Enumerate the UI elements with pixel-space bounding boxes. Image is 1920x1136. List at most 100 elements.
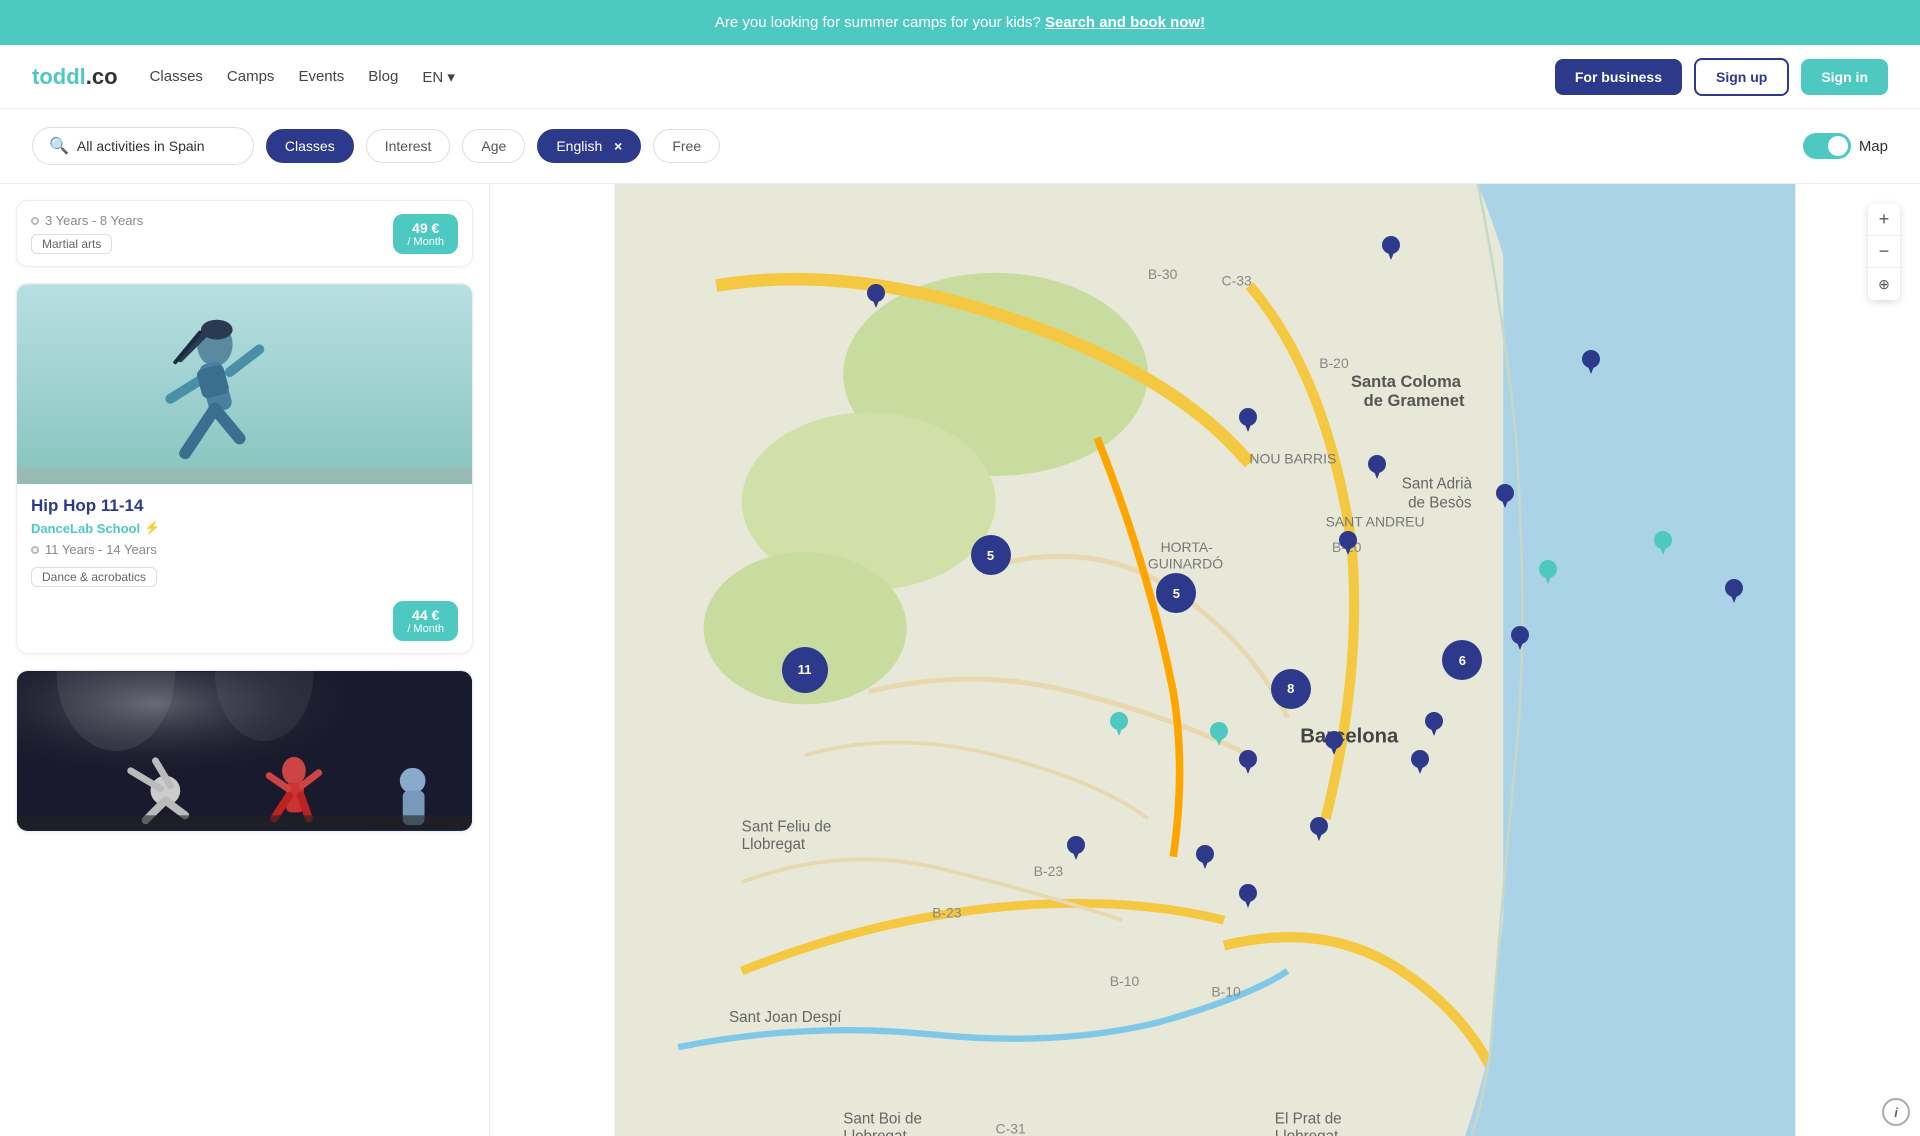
search-box[interactable]: 🔍 bbox=[32, 127, 254, 165]
list-item[interactable] bbox=[16, 670, 473, 832]
age-range-text: 11 Years - 14 Years bbox=[45, 542, 157, 557]
map-info-button[interactable]: i bbox=[1882, 1098, 1910, 1126]
map-pin[interactable] bbox=[1425, 712, 1443, 736]
map-pin[interactable] bbox=[1411, 750, 1429, 774]
price-amount: 49 € bbox=[407, 220, 444, 236]
map-pin[interactable] bbox=[1368, 455, 1386, 479]
banner-text: Are you looking for summer camps for you… bbox=[715, 14, 1041, 31]
list-item[interactable]: Hip Hop 11-14 DanceLab School ⚡ 11 Years… bbox=[16, 283, 473, 654]
logo[interactable]: toddl.co bbox=[32, 64, 118, 90]
filter-free[interactable]: Free bbox=[653, 129, 720, 163]
map-toggle: Map bbox=[1803, 133, 1888, 159]
reset-button[interactable]: ⊕ bbox=[1868, 268, 1900, 300]
map-cluster[interactable]: 5 bbox=[971, 535, 1011, 575]
svg-text:NOU BARRIS: NOU BARRIS bbox=[1249, 450, 1336, 466]
price-badge: 49 € / Month bbox=[393, 214, 458, 254]
english-filter-close[interactable]: × bbox=[614, 138, 622, 154]
age-dot-icon bbox=[31, 546, 39, 554]
map-pin[interactable] bbox=[1067, 836, 1085, 860]
card-image bbox=[17, 284, 472, 484]
for-business-button[interactable]: For business bbox=[1555, 59, 1682, 95]
nav-camps[interactable]: Camps bbox=[227, 68, 275, 85]
svg-text:B-30: B-30 bbox=[1148, 266, 1178, 282]
nav-classes[interactable]: Classes bbox=[150, 68, 203, 85]
card-footer: 44 € / Month bbox=[17, 601, 472, 653]
map-pin[interactable] bbox=[1496, 484, 1514, 508]
svg-text:B-23: B-23 bbox=[1034, 863, 1064, 879]
svg-text:Llobregat: Llobregat bbox=[1275, 1128, 1339, 1136]
main-content: 3 Years - 8 Years Martial arts 49 € / Mo… bbox=[0, 184, 1920, 1136]
nav-events[interactable]: Events bbox=[298, 68, 344, 85]
list-item[interactable]: 3 Years - 8 Years Martial arts 49 € / Mo… bbox=[16, 200, 473, 267]
svg-text:B-20: B-20 bbox=[1319, 355, 1349, 371]
svg-text:Sant Feliu de: Sant Feliu de bbox=[742, 818, 832, 835]
svg-text:B-23: B-23 bbox=[932, 905, 962, 921]
banner-link[interactable]: Search and book now! bbox=[1045, 14, 1205, 31]
zoom-in-button[interactable]: + bbox=[1868, 204, 1900, 236]
svg-text:GUINARDÓ: GUINARDÓ bbox=[1148, 556, 1223, 572]
svg-text:HORTA-: HORTA- bbox=[1161, 539, 1214, 555]
age-range-text: 3 Years - 8 Years bbox=[45, 213, 143, 228]
list-panel: 3 Years - 8 Years Martial arts 49 € / Mo… bbox=[0, 184, 490, 1136]
map-pin[interactable] bbox=[1325, 731, 1343, 755]
price-badge: 44 € / Month bbox=[393, 601, 458, 641]
zoom-out-button[interactable]: − bbox=[1868, 236, 1900, 268]
map-panel: B-30 B-20 B-20 B-10 B-23 B-23 Santa Colo… bbox=[490, 184, 1920, 1136]
map-pin[interactable] bbox=[1725, 579, 1743, 603]
price-period: / Month bbox=[407, 236, 444, 248]
card-age: 11 Years - 14 Years bbox=[31, 542, 458, 557]
svg-text:de Gramenet: de Gramenet bbox=[1364, 392, 1465, 410]
card-school: DanceLab School ⚡ bbox=[31, 520, 458, 536]
map-pin[interactable] bbox=[1654, 531, 1672, 555]
map-pin[interactable] bbox=[1511, 626, 1529, 650]
filter-interest[interactable]: Interest bbox=[366, 129, 451, 163]
filter-bar: 🔍 Classes Interest Age English × Free Ma… bbox=[0, 109, 1920, 184]
language-selector[interactable]: EN ▾ bbox=[422, 68, 455, 86]
svg-text:Barcelona: Barcelona bbox=[1300, 726, 1399, 748]
filter-age[interactable]: Age bbox=[462, 129, 525, 163]
svg-text:Sant Joan Despí: Sant Joan Despí bbox=[729, 1009, 842, 1026]
map-label: Map bbox=[1859, 138, 1888, 155]
map-pin[interactable] bbox=[1196, 845, 1214, 869]
svg-text:C-31: C-31 bbox=[996, 1120, 1026, 1136]
map-pin[interactable] bbox=[1239, 408, 1257, 432]
map-cluster[interactable]: 5 bbox=[1156, 573, 1196, 613]
top-banner: Are you looking for summer camps for you… bbox=[0, 0, 1920, 45]
card-tag: Martial arts bbox=[31, 234, 112, 254]
map-pin[interactable] bbox=[1539, 560, 1557, 584]
nav-blog[interactable]: Blog bbox=[368, 68, 398, 85]
breakdance-image-svg bbox=[17, 671, 472, 831]
sign-in-button[interactable]: Sign in bbox=[1801, 59, 1888, 95]
map-pin[interactable] bbox=[1239, 884, 1257, 908]
lightning-icon: ⚡ bbox=[144, 520, 160, 536]
card-title: Hip Hop 11-14 bbox=[31, 496, 458, 516]
map-pin[interactable] bbox=[1239, 750, 1257, 774]
filter-classes[interactable]: Classes bbox=[266, 129, 354, 163]
map-pin[interactable] bbox=[1382, 236, 1400, 260]
card-age: 3 Years - 8 Years bbox=[31, 213, 143, 228]
price-period: / Month bbox=[407, 623, 444, 635]
map-pin[interactable] bbox=[1310, 817, 1328, 841]
map-cluster[interactable]: 6 bbox=[1442, 640, 1482, 680]
search-input[interactable] bbox=[77, 138, 237, 154]
svg-text:C-33: C-33 bbox=[1222, 273, 1252, 289]
sign-up-button[interactable]: Sign up bbox=[1694, 58, 1789, 96]
map-pin[interactable] bbox=[1110, 712, 1128, 736]
svg-text:B-10: B-10 bbox=[1211, 983, 1241, 999]
card-image bbox=[17, 671, 472, 831]
map-pin[interactable] bbox=[1582, 350, 1600, 374]
card-tag: Dance & acrobatics bbox=[31, 567, 157, 587]
svg-text:Llobregat: Llobregat bbox=[843, 1128, 907, 1136]
map-controls: + − ⊕ bbox=[1868, 204, 1900, 300]
svg-text:de Besòs: de Besòs bbox=[1408, 495, 1472, 512]
filter-english[interactable]: English × bbox=[537, 129, 641, 163]
map-pin[interactable] bbox=[867, 284, 885, 308]
search-icon: 🔍 bbox=[49, 136, 69, 156]
map-pin[interactable] bbox=[1339, 531, 1357, 555]
map-cluster[interactable]: 11 bbox=[782, 647, 828, 693]
map-pin[interactable] bbox=[1210, 722, 1228, 746]
svg-text:Sant Adrià: Sant Adrià bbox=[1402, 476, 1473, 493]
map-cluster[interactable]: 8 bbox=[1271, 669, 1311, 709]
map-toggle-switch[interactable] bbox=[1803, 133, 1851, 159]
card-body: Hip Hop 11-14 DanceLab School ⚡ 11 Years… bbox=[17, 484, 472, 601]
